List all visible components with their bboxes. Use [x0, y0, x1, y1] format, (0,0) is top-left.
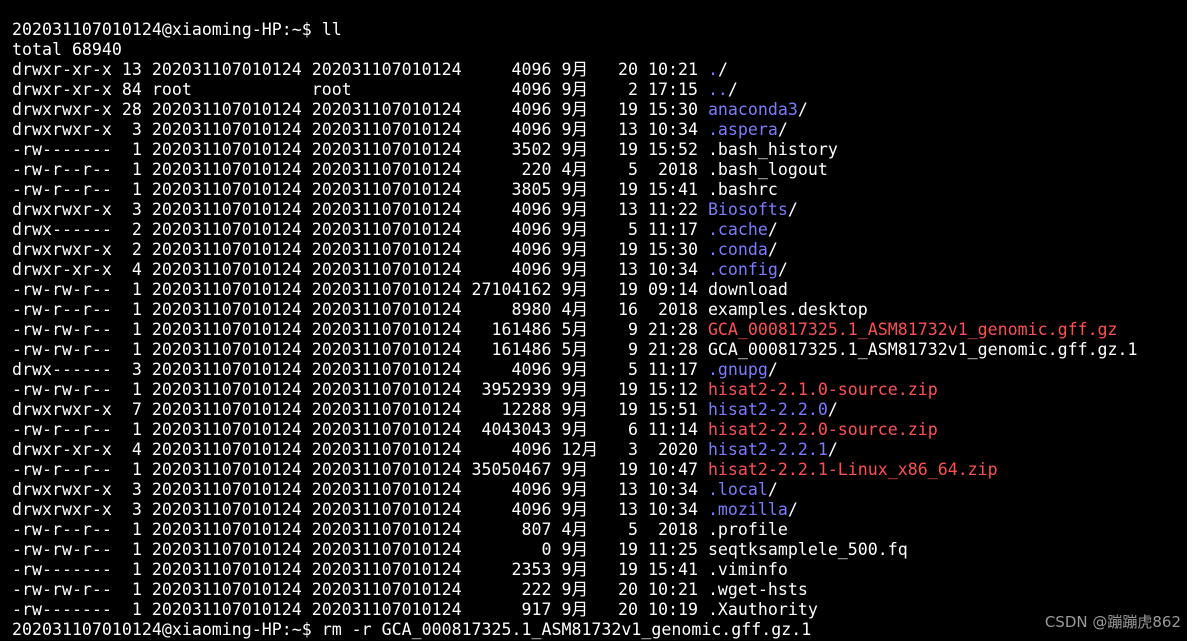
- entry-meta: -rw------- 1 202031107010124 20203110701…: [12, 600, 708, 619]
- entry-name: seqtksamplele_500.fq: [707, 540, 908, 559]
- entry-meta: drwxrwxr-x 2 202031107010124 20203110701…: [12, 240, 708, 259]
- listing-row: drwx------ 2 202031107010124 20203110701…: [12, 220, 778, 240]
- entry-meta: -rw-rw-r-- 1 202031107010124 20203110701…: [12, 320, 708, 339]
- listing-row: -rw-rw-r-- 1 202031107010124 20203110701…: [12, 580, 808, 600]
- listing-row: -rw-r--r-- 1 202031107010124 20203110701…: [12, 460, 998, 480]
- listing-row: -rw-r--r-- 1 202031107010124 20203110701…: [12, 180, 778, 200]
- listing-row: drwxr-xr-x 4 202031107010124 20203110701…: [12, 440, 838, 460]
- entry-meta: drwxrwxr-x 7 202031107010124 20203110701…: [12, 400, 708, 419]
- listing-row: -rw-rw-r-- 1 202031107010124 20203110701…: [12, 280, 788, 300]
- entry-name: hisat2-2.2.1/: [707, 440, 838, 459]
- entry-meta: drwxr-xr-x 84 root root 4096 9月 2 17:15: [12, 80, 708, 99]
- terminal-window[interactable]: 202031107010124@xiaoming-HP:~$ ll total …: [0, 0, 1187, 641]
- listing-row: drwxr-xr-x 13 202031107010124 2020311070…: [12, 60, 728, 80]
- listing-row: drwxrwxr-x 3 202031107010124 20203110701…: [12, 480, 778, 500]
- entry-name: .profile: [707, 520, 788, 539]
- entry-meta: -rw-rw-r-- 1 202031107010124 20203110701…: [12, 280, 708, 299]
- entry-meta: -rw-r--r-- 1 202031107010124 20203110701…: [12, 420, 708, 439]
- entry-meta: -rw-r--r-- 1 202031107010124 20203110701…: [12, 300, 708, 319]
- entry-name: .bashrc: [707, 180, 778, 199]
- entry-name: Biosofts/: [707, 200, 798, 219]
- entry-name: .local/: [707, 480, 778, 499]
- entry-name: .config/: [707, 260, 788, 279]
- entry-name: hisat2-2.1.0-source.zip: [707, 380, 938, 399]
- listing-row: -rw-rw-r-- 1 202031107010124 20203110701…: [12, 340, 1138, 360]
- total-line: total 68940: [12, 40, 122, 59]
- entry-name: ../: [707, 80, 738, 99]
- entry-name: .wget-hsts: [707, 580, 808, 599]
- entry-meta: drwxr-xr-x 4 202031107010124 20203110701…: [12, 440, 708, 459]
- entry-meta: -rw-rw-r-- 1 202031107010124 20203110701…: [12, 540, 708, 559]
- listing-row: drwxrwxr-x 28 202031107010124 2020311070…: [12, 100, 808, 120]
- listing-row: drwxr-xr-x 84 root root 4096 9月 2 17:15 …: [12, 80, 738, 100]
- entry-name: GCA_000817325.1_ASM81732v1_genomic.gff.g…: [707, 320, 1118, 339]
- entry-meta: drwxrwxr-x 3 202031107010124 20203110701…: [12, 120, 708, 139]
- entry-name: .viminfo: [707, 560, 788, 579]
- entry-meta: -rw-rw-r-- 1 202031107010124 20203110701…: [12, 340, 708, 359]
- listing-row: -rw-r--r-- 1 202031107010124 20203110701…: [12, 420, 938, 440]
- entry-meta: drwxr-xr-x 4 202031107010124 20203110701…: [12, 260, 708, 279]
- listing-row: -rw-r--r-- 1 202031107010124 20203110701…: [12, 300, 868, 320]
- listing-row: -rw-rw-r-- 1 202031107010124 20203110701…: [12, 380, 938, 400]
- entry-name: .bash_logout: [707, 160, 828, 179]
- entry-name: hisat2-2.2.1-Linux_x86_64.zip: [707, 460, 998, 479]
- listing-row: -rw-rw-r-- 1 202031107010124 20203110701…: [12, 320, 1118, 340]
- entry-name: hisat2-2.2.0/: [707, 400, 838, 419]
- listing-row: drwxrwxr-x 3 202031107010124 20203110701…: [12, 120, 788, 140]
- entry-name: download: [707, 280, 788, 299]
- entry-meta: -rw-rw-r-- 1 202031107010124 20203110701…: [12, 580, 708, 599]
- entry-name: .gnupg/: [707, 360, 778, 379]
- listing-row: -rw-r--r-- 1 202031107010124 20203110701…: [12, 160, 828, 180]
- entry-meta: -rw------- 1 202031107010124 20203110701…: [12, 140, 708, 159]
- entry-meta: -rw-r--r-- 1 202031107010124 20203110701…: [12, 520, 708, 539]
- entry-meta: drwx------ 3 202031107010124 20203110701…: [12, 360, 708, 379]
- entry-name: hisat2-2.2.0-source.zip: [707, 420, 938, 439]
- listing-row: drwxrwxr-x 2 202031107010124 20203110701…: [12, 240, 778, 260]
- entry-meta: -rw-r--r-- 1 202031107010124 20203110701…: [12, 460, 708, 479]
- listing-row: drwxrwxr-x 3 202031107010124 20203110701…: [12, 200, 798, 220]
- entry-name: .bash_history: [707, 140, 838, 159]
- listing-row: -rw------- 1 202031107010124 20203110701…: [12, 600, 818, 620]
- entry-meta: -rw-r--r-- 1 202031107010124 20203110701…: [12, 180, 708, 199]
- listing-row: drwxr-xr-x 4 202031107010124 20203110701…: [12, 260, 788, 280]
- entry-name: .Xauthority: [707, 600, 818, 619]
- entry-name: GCA_000817325.1_ASM81732v1_genomic.gff.g…: [707, 340, 1138, 359]
- csdn-watermark: CSDN @蹦蹦虎862: [1044, 613, 1181, 631]
- entry-name: examples.desktop: [707, 300, 868, 319]
- entry-meta: drwxrwxr-x 3 202031107010124 20203110701…: [12, 200, 708, 219]
- entry-name: anaconda3/: [707, 100, 808, 119]
- listing-row: drwx------ 3 202031107010124 20203110701…: [12, 360, 778, 380]
- entry-meta: drwxr-xr-x 13 202031107010124 2020311070…: [12, 60, 708, 79]
- entry-meta: drwxrwxr-x 3 202031107010124 20203110701…: [12, 500, 708, 519]
- entry-meta: drwx------ 2 202031107010124 20203110701…: [12, 220, 708, 239]
- entry-meta: -rw-r--r-- 1 202031107010124 20203110701…: [12, 160, 708, 179]
- listing-row: drwxrwxr-x 3 202031107010124 20203110701…: [12, 500, 798, 520]
- listing-row: -rw-rw-r-- 1 202031107010124 20203110701…: [12, 540, 908, 560]
- entry-name: ./: [707, 60, 728, 79]
- listing-row: -rw------- 1 202031107010124 20203110701…: [12, 140, 838, 160]
- listing-row: drwxrwxr-x 7 202031107010124 20203110701…: [12, 400, 838, 420]
- command-line[interactable]: 202031107010124@xiaoming-HP:~$ rm -r GCA…: [12, 620, 811, 640]
- entry-name: .aspera/: [707, 120, 788, 139]
- entry-name: .cache/: [707, 220, 778, 239]
- entry-name: .conda/: [707, 240, 778, 259]
- entry-meta: drwxrwxr-x 28 202031107010124 2020311070…: [12, 100, 708, 119]
- listing-row: -rw------- 1 202031107010124 20203110701…: [12, 560, 788, 580]
- entry-meta: -rw------- 1 202031107010124 20203110701…: [12, 560, 708, 579]
- entry-name: .mozilla/: [707, 500, 798, 519]
- entry-meta: -rw-rw-r-- 1 202031107010124 20203110701…: [12, 380, 708, 399]
- entry-meta: drwxrwxr-x 3 202031107010124 20203110701…: [12, 480, 708, 499]
- prompt-line: 202031107010124@xiaoming-HP:~$ ll: [12, 20, 342, 39]
- listing-row: -rw-r--r-- 1 202031107010124 20203110701…: [12, 520, 788, 540]
